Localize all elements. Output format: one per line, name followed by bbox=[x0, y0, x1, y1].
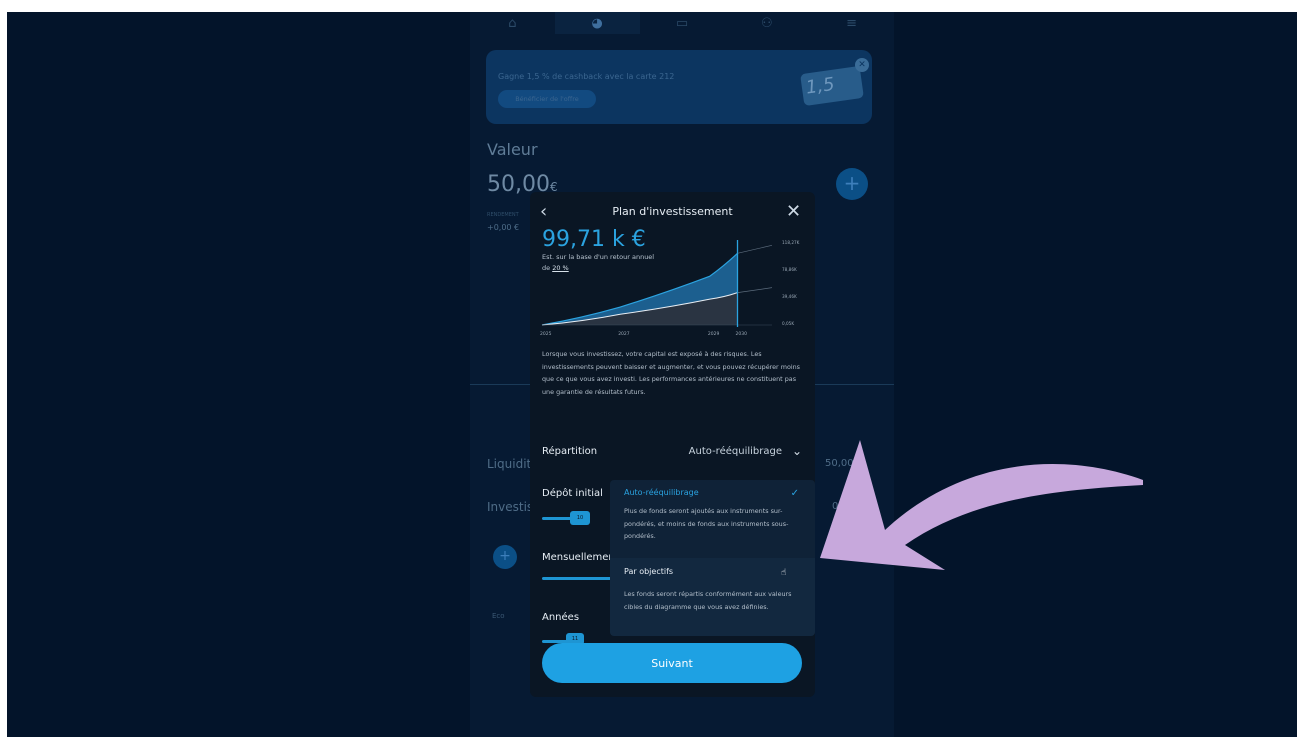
investments-value: 0 bbox=[832, 501, 839, 512]
y-tick-label: 118,27K bbox=[782, 240, 800, 245]
projected-amount: 99,71 k € bbox=[542, 227, 646, 252]
pie-chart-icon[interactable]: ◕ bbox=[554, 12, 640, 34]
top-navigation: ⌂ ◕ ▭ ⚇ ≡ bbox=[470, 12, 894, 34]
promo-banner: Gagne 1,5 % de cashback avec la carte 21… bbox=[486, 50, 872, 124]
home-icon[interactable]: ⌂ bbox=[470, 12, 555, 34]
liquidity-value: 50,00 bbox=[825, 458, 854, 469]
estimate-text: Est. sur la base d'un retour annuel de 2… bbox=[542, 252, 712, 274]
option-auto-rebalancing[interactable]: Auto-rééquilibrage ✓ Plus de fonds seron… bbox=[610, 480, 815, 557]
investments-label: Investis bbox=[487, 500, 534, 514]
checkmark-icon: ✓ bbox=[790, 488, 799, 499]
menu-icon[interactable]: ≡ bbox=[809, 12, 894, 34]
option2-title: Par objectifs bbox=[624, 567, 674, 576]
promo-button[interactable]: Bénéficier de l'offre bbox=[498, 90, 596, 108]
x-tick-label: 2025 bbox=[540, 331, 552, 337]
y-tick-label: 39,46K bbox=[782, 294, 797, 299]
performance-label: RENDEMENT bbox=[487, 212, 519, 218]
users-icon[interactable]: ⚇ bbox=[724, 12, 809, 34]
option1-description: Plus de fonds seront ajoutés aux instrum… bbox=[624, 507, 789, 541]
estimate-line: Est. sur la base d'un retour annuel bbox=[542, 253, 655, 261]
option1-title: Auto-rééquilibrage bbox=[624, 488, 699, 497]
y-tick-label: 0,05K bbox=[782, 321, 794, 326]
estimate-rate[interactable]: 20 % bbox=[552, 264, 569, 272]
initial-deposit-slider-thumb[interactable]: 10 bbox=[570, 511, 590, 525]
eco-label: Eco bbox=[492, 612, 505, 620]
value-label: Valeur bbox=[487, 140, 538, 159]
repartition-select[interactable]: Répartition Auto-rééquilibrage ⌄ bbox=[542, 444, 804, 462]
add-small-button[interactable]: + bbox=[493, 545, 517, 569]
close-icon[interactable]: ✕ bbox=[786, 202, 801, 222]
card-image: 1,5 bbox=[800, 65, 864, 107]
x-tick-label: 2029 bbox=[708, 331, 720, 337]
liquidity-label: Liquidit bbox=[487, 457, 532, 471]
add-button[interactable]: + bbox=[836, 168, 868, 200]
x-tick-label: 2027 bbox=[618, 331, 630, 337]
performance-value: +0,00 € bbox=[487, 223, 520, 232]
next-button[interactable]: Suivant bbox=[542, 643, 802, 683]
close-icon[interactable]: ✕ bbox=[855, 58, 869, 72]
y-tick-label: 78,86K bbox=[782, 267, 797, 272]
hand-cursor-icon: ☝ bbox=[781, 568, 787, 578]
repartition-dropdown: Auto-rééquilibrage ✓ Plus de fonds seron… bbox=[610, 480, 815, 636]
chevron-down-icon: ⌄ bbox=[791, 444, 802, 458]
years-label: Années bbox=[542, 612, 580, 623]
risk-disclaimer: Lorsque vous investissez, votre capital … bbox=[542, 350, 801, 396]
option2-description: Les fonds seront répartis conformément a… bbox=[624, 590, 792, 611]
x-tick-label: 2030 bbox=[736, 331, 748, 337]
monthly-label: Mensuellement bbox=[542, 552, 612, 563]
monthly-slider-track[interactable] bbox=[542, 577, 612, 580]
initial-deposit-label: Dépôt initial bbox=[542, 488, 603, 499]
card-icon[interactable]: ▭ bbox=[640, 12, 725, 34]
modal-header: ‹ Plan d'investissement ✕ bbox=[530, 202, 815, 224]
promo-text: Gagne 1,5 % de cashback avec la carte 21… bbox=[498, 72, 675, 81]
repartition-label: Répartition bbox=[542, 446, 598, 457]
projection-extension-line bbox=[737, 244, 773, 254]
modal-title: Plan d'investissement bbox=[612, 205, 733, 218]
base-extension-line bbox=[737, 287, 773, 294]
estimate-prefix: de bbox=[542, 264, 553, 272]
repartition-value: Auto-rééquilibrage bbox=[688, 446, 782, 457]
